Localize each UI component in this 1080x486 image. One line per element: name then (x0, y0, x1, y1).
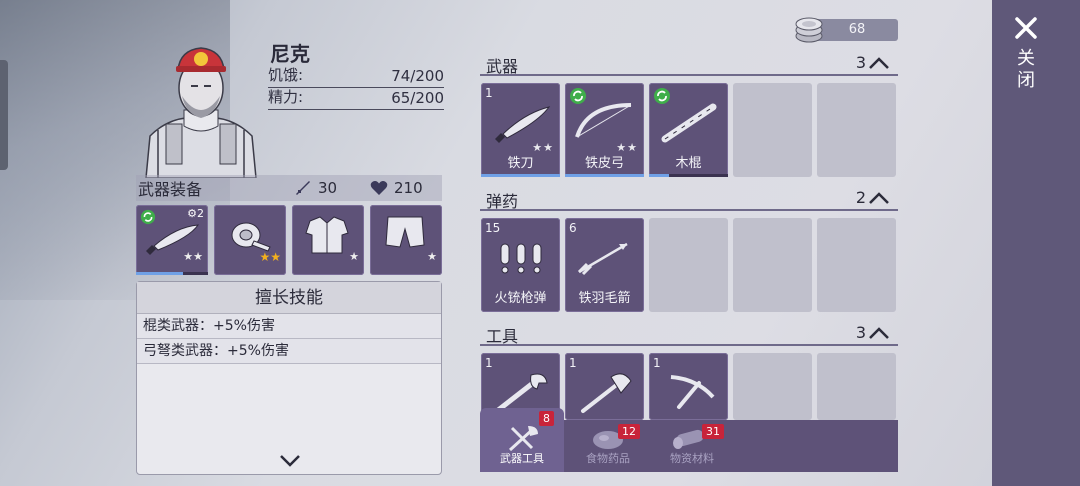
character-name: 尼克 (270, 42, 310, 66)
character-portrait (145, 47, 257, 178)
tab-label: 物资材料 (670, 452, 714, 465)
hunger-value: 74/200 (391, 67, 444, 85)
section-label: 弹药 (486, 192, 519, 211)
item-slot-wooden-stick[interactable]: 木棍 (649, 83, 728, 177)
equipment-title: 武器装备 (138, 180, 203, 199)
item-slot-axe[interactable]: 1 (565, 353, 644, 420)
side-handle[interactable] (0, 60, 8, 170)
item-slot-empty[interactable] (817, 218, 896, 312)
equip-upgrade-badge: ⚙2 (187, 207, 204, 220)
hunger-stat: 饥饿: 74/200 (268, 66, 444, 88)
bullet-icon (500, 243, 542, 274)
item-qty: 15 (485, 221, 501, 235)
pants-icon (385, 216, 425, 248)
item-slot-musket-ball[interactable]: 15 火铳枪弹 (481, 218, 560, 312)
item-slot-empty[interactable] (649, 218, 728, 312)
equip-stars: ★★ (183, 250, 203, 263)
item-qty: 1 (485, 86, 493, 100)
energy-label: 精力: (268, 88, 304, 106)
attack-stat: 30 (294, 179, 337, 197)
item-qty: 6 (569, 221, 577, 235)
attack-value: 30 (318, 179, 338, 197)
section-tools-header[interactable]: 工具 3 (480, 322, 898, 346)
tab-weapons-tools[interactable]: 8 武器工具 (480, 408, 564, 472)
item-label: 木棍 (675, 156, 702, 171)
item-slot-empty[interactable] (733, 218, 812, 312)
section-count: 3 (855, 53, 866, 72)
section-count: 3 (855, 323, 866, 342)
durability-bar (649, 174, 728, 177)
equip-slot-accessory[interactable]: ★★ (214, 205, 286, 275)
chevron-up-icon[interactable] (868, 56, 890, 70)
item-slot-empty[interactable] (733, 353, 812, 420)
close-panel[interactable] (992, 0, 1080, 486)
tab-materials[interactable]: 31 物资材料 (650, 420, 734, 472)
chevron-down-icon[interactable] (279, 454, 301, 468)
bandage-icon (231, 222, 271, 252)
item-label: 铁皮弓 (584, 156, 624, 171)
item-slot-empty[interactable] (817, 353, 896, 420)
section-label: 武器 (486, 57, 519, 76)
item-qty: 1 (653, 356, 661, 370)
durability-bar (136, 272, 183, 275)
skill-item: 弓弩类武器：+5%伤害 (137, 339, 441, 364)
chevron-up-icon[interactable] (868, 191, 890, 205)
item-qty: 1 (485, 356, 493, 370)
item-slot-iron-bow[interactable]: ★★ 铁皮弓 (565, 83, 644, 177)
durability-bar (481, 174, 560, 177)
bow-icon (575, 103, 632, 138)
section-weapons-header[interactable]: 武器 3 (480, 52, 898, 76)
heart-icon (370, 181, 388, 195)
equip-stars: ★ (427, 250, 437, 263)
section-ammo-header[interactable]: 弹药 2 (480, 187, 898, 211)
close-icon[interactable] (1014, 16, 1038, 40)
equip-slot-legs[interactable]: ★ (370, 205, 442, 275)
equip-stars: ★★ (259, 250, 281, 264)
knife-icon (495, 106, 551, 143)
item-slot-iron-knife[interactable]: 1 ★★ 铁刀 (481, 83, 560, 177)
section-count: 2 (855, 188, 866, 207)
tab-badge: 31 (702, 424, 724, 439)
vest-icon (305, 216, 349, 254)
axe-wrench-icon (508, 426, 538, 452)
durability-bar (565, 174, 644, 177)
health-value: 210 (394, 179, 423, 197)
equip-slot-body[interactable]: ★ (292, 205, 364, 275)
skills-title: 擅长技能 (137, 282, 441, 314)
hunger-label: 饥饿: (268, 66, 304, 84)
item-slot-iron-arrow[interactable]: 6 铁羽毛箭 (565, 218, 644, 312)
equip-stars: ★ (349, 250, 359, 263)
tab-badge: 12 (618, 424, 640, 439)
stick-icon (661, 103, 717, 143)
energy-stat: 精力: 65/200 (268, 88, 444, 110)
item-slot-empty[interactable] (817, 83, 896, 177)
arrow-icon (577, 242, 628, 276)
skills-panel: 擅长技能 棍类武器：+5%伤害 弓弩类武器：+5%伤害 (136, 281, 442, 475)
close-button-label[interactable]: 关闭 (1016, 48, 1036, 92)
category-tabs: 8 武器工具 12 食物药品 31 物资材料 (480, 408, 898, 472)
item-label: 火铳枪弹 (494, 291, 547, 306)
axe-icon (581, 373, 632, 413)
sword-icon (296, 181, 310, 195)
item-label: 铁刀 (507, 156, 534, 171)
item-label: 铁羽毛箭 (578, 291, 631, 306)
item-slot-pickaxe[interactable]: 1 (649, 353, 728, 420)
item-slot-empty[interactable] (733, 83, 812, 177)
item-qty: 1 (569, 356, 577, 370)
skill-item: 棍类武器：+5%伤害 (137, 314, 441, 339)
section-label: 工具 (486, 327, 519, 346)
chevron-up-icon[interactable] (868, 326, 890, 340)
currency-amount: 68 (848, 22, 866, 37)
coin-stack-icon (795, 17, 823, 43)
pickaxe-icon (670, 375, 715, 409)
tab-food-medicine[interactable]: 12 食物药品 (566, 420, 650, 472)
equipment-header: 武器装备 30 210 (136, 175, 442, 201)
tab-badge: 8 (539, 411, 554, 426)
equip-slot-weapon[interactable]: ⚙2 ★★ (136, 205, 208, 275)
tab-label: 武器工具 (500, 452, 544, 465)
energy-value: 65/200 (391, 89, 444, 107)
health-stat: 210 (370, 179, 423, 197)
tab-label: 食物药品 (586, 452, 630, 465)
